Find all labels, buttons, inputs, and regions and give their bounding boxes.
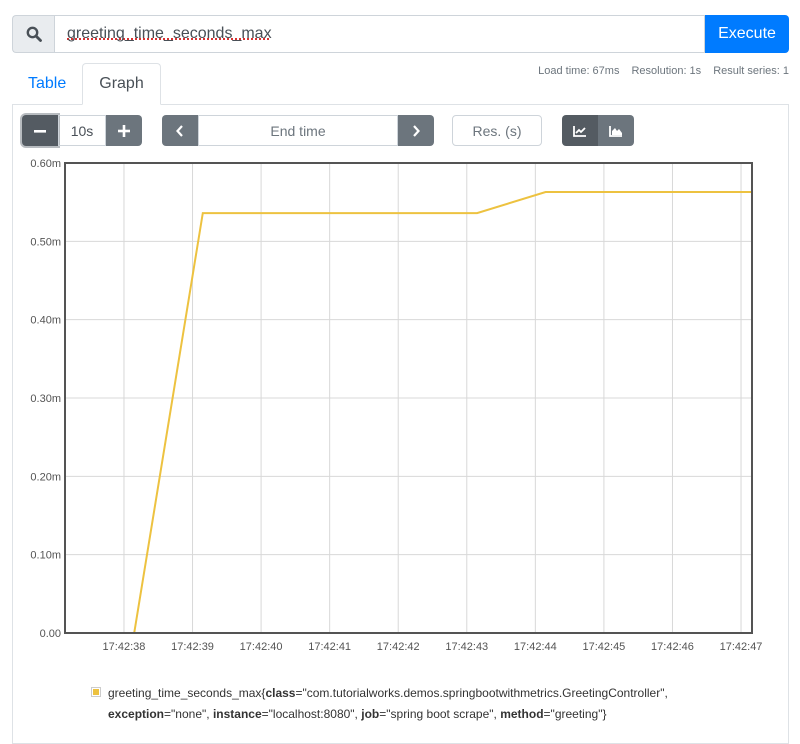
end-time-input[interactable]: End time (198, 115, 398, 146)
chevron-right-icon (413, 124, 420, 137)
x-tick-label: 17:42:38 (103, 641, 146, 653)
series-line (65, 191, 752, 634)
resolution-input[interactable]: Res. (s) (452, 115, 542, 146)
x-tick-label: 17:42:43 (445, 641, 488, 653)
stacked-chart-button[interactable] (598, 115, 634, 146)
query-bar: greeting_time_seconds_max Execute (12, 15, 789, 53)
y-tick-label: 0.60m (30, 158, 61, 170)
legend-swatch[interactable] (91, 687, 101, 697)
execute-button[interactable]: Execute (705, 15, 789, 53)
y-tick-label: 0.20m (30, 471, 61, 483)
legend-item[interactable]: greeting_time_seconds_max{class="com.tut… (108, 683, 668, 725)
graph-chart: 0.00 0.10m 0.20m 0.30m 0.40m 0.50m 0.60m 17:42… (30, 158, 763, 653)
query-stats: Load time: 67ms Resolution: 1s Result se… (538, 65, 789, 77)
y-tick-label: 0.30m (30, 393, 61, 405)
legend: greeting_time_seconds_max{class="com.tut… (91, 683, 711, 721)
y-tick-label: 0.50m (30, 236, 61, 248)
search-icon (12, 15, 54, 53)
y-tick-label: 0.10m (30, 550, 61, 562)
end-time-control: End time (162, 115, 434, 146)
result-series: Result series: 1 (713, 65, 789, 77)
range-input[interactable]: 10s (58, 115, 106, 146)
x-tick-label: 17:42:46 (651, 641, 694, 653)
plus-icon (118, 124, 130, 137)
x-tick-label: 17:42:45 (582, 641, 625, 653)
area-chart-icon (609, 125, 622, 137)
decrease-range-button[interactable] (22, 115, 58, 146)
resolution: Resolution: 1s (631, 65, 702, 77)
x-tick-label: 17:42:40 (240, 641, 283, 653)
view-tabs: Table Graph (12, 63, 161, 105)
increase-range-button[interactable] (106, 115, 142, 146)
chevron-left-icon (176, 124, 183, 137)
y-tick-label: 0.00 (40, 628, 61, 640)
y-tick-label: 0.40m (30, 315, 61, 327)
previous-time-button[interactable] (162, 115, 198, 146)
chart-type-toggle (562, 115, 634, 146)
tab-table[interactable]: Table (12, 63, 82, 105)
line-chart-button[interactable] (562, 115, 598, 146)
minus-icon (34, 129, 46, 133)
query-input[interactable]: greeting_time_seconds_max (54, 15, 705, 53)
x-tick-label: 17:42:39 (171, 641, 214, 653)
x-tick-label: 17:42:41 (308, 641, 351, 653)
range-control: 10s (22, 115, 142, 146)
line-chart-icon (573, 125, 586, 137)
x-tick-label: 17:42:42 (377, 641, 420, 653)
x-tick-label: 17:42:44 (514, 641, 557, 653)
next-time-button[interactable] (398, 115, 434, 146)
x-tick-label: 17:42:47 (720, 641, 763, 653)
load-time: Load time: 67ms (538, 65, 620, 77)
resolution-control: Res. (s) (452, 115, 542, 146)
tab-graph[interactable]: Graph (82, 63, 161, 105)
